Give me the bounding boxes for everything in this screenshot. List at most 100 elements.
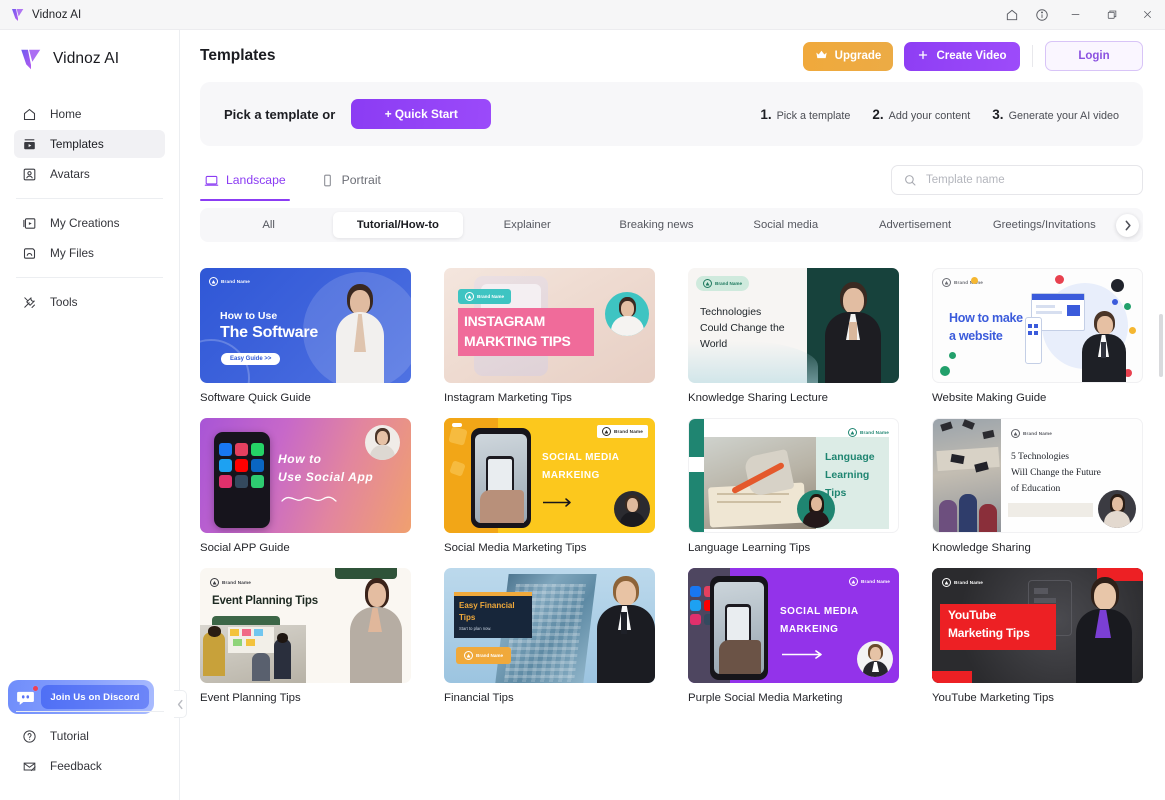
template-card[interactable]: Brand Name Event Planning Tips Event Pla… bbox=[200, 568, 411, 704]
thumb-headline: YouTube bbox=[948, 608, 997, 622]
login-button[interactable]: Login bbox=[1045, 41, 1143, 71]
template-card[interactable]: How to Use Social App Social APP Guide bbox=[200, 418, 411, 554]
brand-name-label: Brand Name bbox=[860, 579, 890, 584]
template-title: Language Learning Tips bbox=[688, 542, 811, 554]
category-label: Explainer bbox=[503, 219, 551, 231]
template-title: Social APP Guide bbox=[200, 542, 290, 554]
search-icon bbox=[903, 173, 917, 187]
search-input[interactable] bbox=[926, 174, 1131, 186]
category-breaking-news[interactable]: Breaking news bbox=[592, 212, 721, 238]
category-label: Tutorial/How-to bbox=[356, 219, 439, 231]
thumb-headline: Will Change the Future bbox=[1011, 467, 1101, 478]
titlebar-title: Vidnoz AI bbox=[32, 8, 82, 21]
template-card[interactable]: Brand Name SOCIAL MEDIA MARKEING bbox=[688, 568, 899, 704]
close-icon[interactable] bbox=[1129, 0, 1165, 30]
create-video-button[interactable]: Create Video bbox=[904, 41, 1020, 71]
home-icon[interactable] bbox=[997, 0, 1027, 30]
category-label: Greetings/Invitations bbox=[992, 219, 1096, 231]
template-title: Website Making Guide bbox=[932, 392, 1047, 404]
template-card[interactable]: Brand Name 5 Technologies Will Change th… bbox=[932, 418, 1143, 554]
template-card[interactable]: Brand Name Technologies Could Change the… bbox=[688, 268, 899, 404]
template-title: Software Quick Guide bbox=[200, 392, 311, 404]
category-greetings-invitations[interactable]: Greetings/Invitations bbox=[980, 212, 1109, 238]
sidebar-item-label: My Creations bbox=[50, 216, 120, 230]
template-card[interactable]: Brand Name How to Use The Software Easy … bbox=[200, 268, 411, 404]
brand-name-label: Brand Name bbox=[954, 280, 984, 285]
tab-portrait[interactable]: Portrait bbox=[316, 163, 385, 197]
info-icon[interactable] bbox=[1027, 0, 1057, 30]
create-video-button-label: Create Video bbox=[936, 50, 1007, 62]
template-card[interactable]: Brand Name YouTube Marketing Tips YouTub… bbox=[932, 568, 1143, 704]
sidebar-divider bbox=[16, 711, 164, 712]
template-thumbnail: Brand Name INSTAGRAM MARKTING TIPS bbox=[444, 268, 655, 383]
minimize-icon[interactable] bbox=[1057, 0, 1093, 30]
plus-icon bbox=[917, 49, 929, 64]
sidebar-item-tutorial[interactable]: Tutorial bbox=[14, 722, 166, 750]
sidebar-item-label: Avatars bbox=[50, 167, 90, 181]
sidebar-brand-label: Vidnoz AI bbox=[53, 50, 120, 67]
thumb-subtext: Start to plan now. bbox=[459, 626, 492, 631]
template-title: Event Planning Tips bbox=[200, 692, 301, 704]
thumb-headline: Could Change the bbox=[700, 322, 785, 334]
brand-name-label: Brand Name bbox=[715, 281, 743, 286]
vertical-scrollbar[interactable] bbox=[1159, 314, 1163, 377]
tab-landscape[interactable]: Landscape bbox=[200, 163, 290, 201]
thumb-headline: Marketing Tips bbox=[948, 626, 1030, 640]
thumb-headline: Event Planning Tips bbox=[212, 595, 318, 607]
thumb-headline: Use Social App bbox=[278, 470, 374, 484]
upgrade-button[interactable]: Upgrade bbox=[803, 41, 893, 71]
sidebar-item-tools[interactable]: Tools bbox=[14, 288, 165, 316]
sidebar-item-templates[interactable]: Templates bbox=[14, 130, 165, 158]
template-thumbnail: Easy Financial Tips Start to plan now. B… bbox=[444, 568, 655, 683]
main-content: Templates Upgrade Create Video Login Pic… bbox=[180, 30, 1165, 800]
portrait-icon bbox=[320, 173, 335, 188]
step-3: 3. Generate your AI video bbox=[992, 107, 1119, 122]
quick-start-button[interactable]: + Quick Start bbox=[351, 99, 492, 129]
step-number: 2. bbox=[872, 106, 884, 122]
pick-template-label: Pick a template or bbox=[224, 106, 336, 122]
templates-icon bbox=[21, 136, 38, 153]
sidebar-item-my-files[interactable]: My Files bbox=[14, 239, 165, 267]
thumb-headline: SOCIAL MEDIA bbox=[542, 452, 620, 463]
sidebar-collapse-handle[interactable] bbox=[174, 690, 187, 718]
template-card[interactable]: Brand Name SOCIAL MEDIA MARKEING bbox=[444, 418, 655, 554]
header-divider bbox=[1032, 45, 1033, 67]
thumb-headline: of Education bbox=[1011, 483, 1061, 494]
search-box[interactable] bbox=[891, 165, 1143, 195]
thumb-headline: MARKEING bbox=[542, 470, 600, 481]
category-advertisement[interactable]: Advertisement bbox=[850, 212, 979, 238]
notification-dot bbox=[32, 684, 39, 692]
titlebar-brand: Vidnoz AI bbox=[0, 7, 81, 23]
sidebar-group-library: My Creations My Files bbox=[0, 199, 179, 277]
quick-start-banner: Pick a template or + Quick Start 1. Pick… bbox=[200, 82, 1143, 146]
sidebar-item-feedback[interactable]: Feedback bbox=[14, 752, 166, 780]
tab-landscape-label: Landscape bbox=[226, 173, 286, 187]
sidebar-item-label: Feedback bbox=[50, 759, 102, 773]
template-thumbnail: Brand Name YouTube Marketing Tips bbox=[932, 568, 1143, 683]
template-thumbnail: Brand Name 5 Technologies Will Change th… bbox=[932, 418, 1143, 533]
sidebar-item-my-creations[interactable]: My Creations bbox=[14, 209, 165, 237]
step-text: Generate your AI video bbox=[1008, 109, 1119, 122]
category-all[interactable]: All bbox=[204, 212, 333, 238]
brand-name-label: Brand Name bbox=[613, 429, 643, 434]
thumb-headline: Technologies bbox=[700, 306, 762, 318]
page-title: Templates bbox=[200, 47, 276, 64]
category-explainer[interactable]: Explainer bbox=[463, 212, 592, 238]
maximize-icon[interactable] bbox=[1093, 0, 1129, 30]
sidebar-item-label: My Files bbox=[50, 246, 94, 260]
chevron-right-icon[interactable] bbox=[1116, 213, 1139, 237]
template-thumbnail: Brand Name Language Learning Tips bbox=[688, 418, 899, 533]
template-card[interactable]: Brand Name Language Learning Tips Langua… bbox=[688, 418, 899, 554]
category-tutorial-how-to[interactable]: Tutorial/How-to bbox=[333, 212, 463, 238]
template-card[interactable]: Brand Name INSTAGRAM MARKTING TIPS Insta… bbox=[444, 268, 655, 404]
sidebar-item-home[interactable]: Home bbox=[14, 100, 165, 128]
thumb-headline: MARKEING bbox=[780, 624, 839, 635]
template-card[interactable]: Brand Name How to make a website Website… bbox=[932, 268, 1143, 404]
sidebar-item-avatars[interactable]: Avatars bbox=[14, 160, 165, 188]
sidebar-brand[interactable]: Vidnoz AI bbox=[0, 30, 179, 90]
discord-icon bbox=[13, 684, 39, 710]
category-social-media[interactable]: Social media bbox=[721, 212, 850, 238]
template-card[interactable]: Easy Financial Tips Start to plan now. B… bbox=[444, 568, 655, 704]
join-discord-button[interactable]: Join Us on Discord bbox=[8, 680, 154, 714]
sidebar-item-label: Home bbox=[50, 107, 82, 121]
